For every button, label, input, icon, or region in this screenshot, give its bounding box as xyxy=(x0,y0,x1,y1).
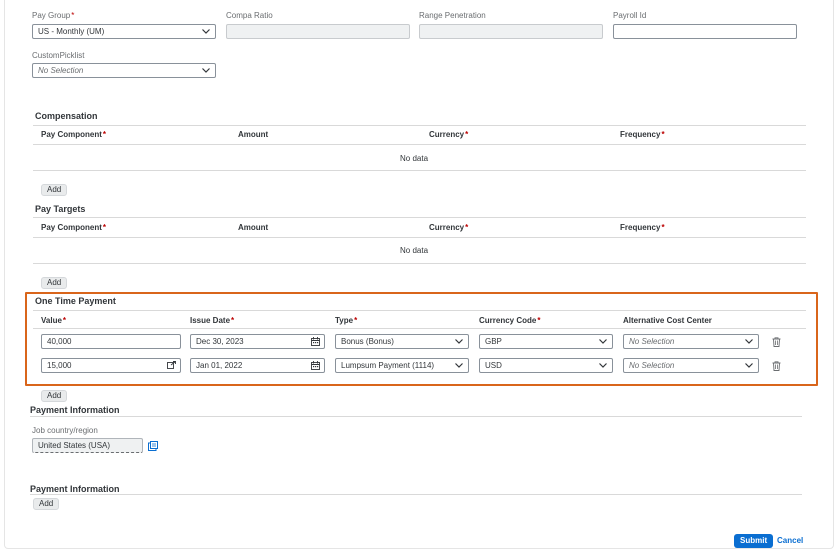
otp-value-input[interactable]: 40,000 xyxy=(41,334,181,349)
otp-issue-date-input[interactable]: Dec 30, 2023 xyxy=(190,334,325,349)
calendar-icon[interactable] xyxy=(311,361,320,370)
job-country-field: United States (USA) xyxy=(32,438,143,453)
divider xyxy=(33,125,806,126)
chevron-down-icon xyxy=(744,359,754,372)
otp-type-select[interactable]: Lumpsum Payment (1114) xyxy=(335,358,469,373)
otp-cost-center-select[interactable]: No Selection xyxy=(623,358,759,373)
compensation-add-button[interactable]: Add xyxy=(41,184,68,196)
otp-issue-date-value: Jan 01, 2022 xyxy=(196,361,243,370)
compensation-no-data: No data xyxy=(400,154,429,163)
otp-currency-value: USD xyxy=(485,361,502,370)
form-frame xyxy=(4,0,834,549)
details-icon[interactable] xyxy=(148,441,158,451)
cancel-button[interactable]: Cancel xyxy=(777,534,803,548)
divider xyxy=(30,494,802,495)
calendar-icon[interactable] xyxy=(311,337,320,346)
chevron-down-icon xyxy=(454,335,464,348)
pay-targets-header-amount: Amount xyxy=(238,223,269,232)
otp-currency-select[interactable]: GBP xyxy=(479,334,613,349)
compensation-header-frequency: Frequency xyxy=(620,130,665,139)
compensation-header-pay-component: Pay Component xyxy=(41,130,106,139)
otp-header-value: Value xyxy=(41,316,66,325)
chevron-down-icon xyxy=(598,359,608,372)
otp-issue-date-value: Dec 30, 2023 xyxy=(196,337,244,346)
otp-cost-center-value: No Selection xyxy=(629,361,675,370)
divider xyxy=(33,237,806,238)
otp-issue-date-input[interactable]: Jan 01, 2022 xyxy=(190,358,325,373)
otp-cost-center-value: No Selection xyxy=(629,337,675,346)
otp-header-alt-cost-center: Alternative Cost Center xyxy=(623,316,712,325)
payment-information-title: Payment Information xyxy=(30,405,120,415)
otp-currency-select[interactable]: USD xyxy=(479,358,613,373)
range-penetration-label: Range Penetration xyxy=(419,11,486,20)
otp-type-value: Bonus (Bonus) xyxy=(341,337,394,346)
otp-cost-center-select[interactable]: No Selection xyxy=(623,334,759,349)
one-time-payment-title: One Time Payment xyxy=(35,296,116,306)
chevron-down-icon xyxy=(201,64,211,77)
pay-group-select[interactable]: US - Monthly (UM) xyxy=(32,24,216,39)
otp-currency-value: GBP xyxy=(485,337,502,346)
pay-targets-header-pay-component: Pay Component xyxy=(41,223,106,232)
pay-group-label: Pay Group xyxy=(32,11,74,20)
chevron-down-icon xyxy=(454,359,464,372)
payroll-id-input[interactable] xyxy=(613,24,797,39)
otp-value-text: 15,000 xyxy=(47,361,72,370)
compa-ratio-field xyxy=(226,24,410,39)
compensation-header-currency: Currency xyxy=(429,130,468,139)
pay-targets-add-button[interactable]: Add xyxy=(41,277,68,289)
compensation-title: Compensation xyxy=(35,111,98,121)
compa-ratio-label: Compa Ratio xyxy=(226,11,273,20)
otp-type-select[interactable]: Bonus (Bonus) xyxy=(335,334,469,349)
otp-header-type: Type xyxy=(335,316,357,325)
pay-targets-header-frequency: Frequency xyxy=(620,223,665,232)
chevron-down-icon xyxy=(598,335,608,348)
pay-targets-no-data: No data xyxy=(400,246,429,255)
divider xyxy=(33,170,806,171)
pay-targets-title: Pay Targets xyxy=(35,204,86,214)
value-help-icon[interactable] xyxy=(167,361,176,370)
compensation-header-amount: Amount xyxy=(238,130,269,139)
delete-row-icon[interactable] xyxy=(772,337,781,347)
payment-information-add-button[interactable]: Add xyxy=(33,498,60,510)
payment-information-title: Payment Information xyxy=(30,484,120,494)
submit-button[interactable]: Submit xyxy=(734,534,774,548)
payroll-id-label: Payroll Id xyxy=(613,11,647,20)
otp-type-value: Lumpsum Payment (1114) xyxy=(341,361,435,370)
job-country-label: Job country/region xyxy=(32,426,98,435)
range-penetration-field xyxy=(419,24,603,39)
custom-picklist-label: CustomPicklist xyxy=(32,51,85,60)
custom-picklist-select[interactable]: No Selection xyxy=(32,63,216,78)
pay-group-value: US - Monthly (UM) xyxy=(38,27,105,36)
otp-value-input[interactable]: 15,000 xyxy=(41,358,181,373)
divider xyxy=(33,310,806,311)
one-time-payment-add-button[interactable]: Add xyxy=(41,390,68,402)
pay-targets-header-currency: Currency xyxy=(429,223,468,232)
custom-picklist-value: No Selection xyxy=(38,66,84,75)
chevron-down-icon xyxy=(744,335,754,348)
divider xyxy=(33,263,806,264)
chevron-down-icon xyxy=(201,25,211,38)
divider xyxy=(33,328,806,329)
divider xyxy=(33,144,806,145)
otp-header-issue-date: Issue Date xyxy=(190,316,234,325)
divider xyxy=(30,416,802,417)
otp-header-currency-code: Currency Code xyxy=(479,316,540,325)
delete-row-icon[interactable] xyxy=(772,361,781,371)
divider xyxy=(33,217,806,218)
